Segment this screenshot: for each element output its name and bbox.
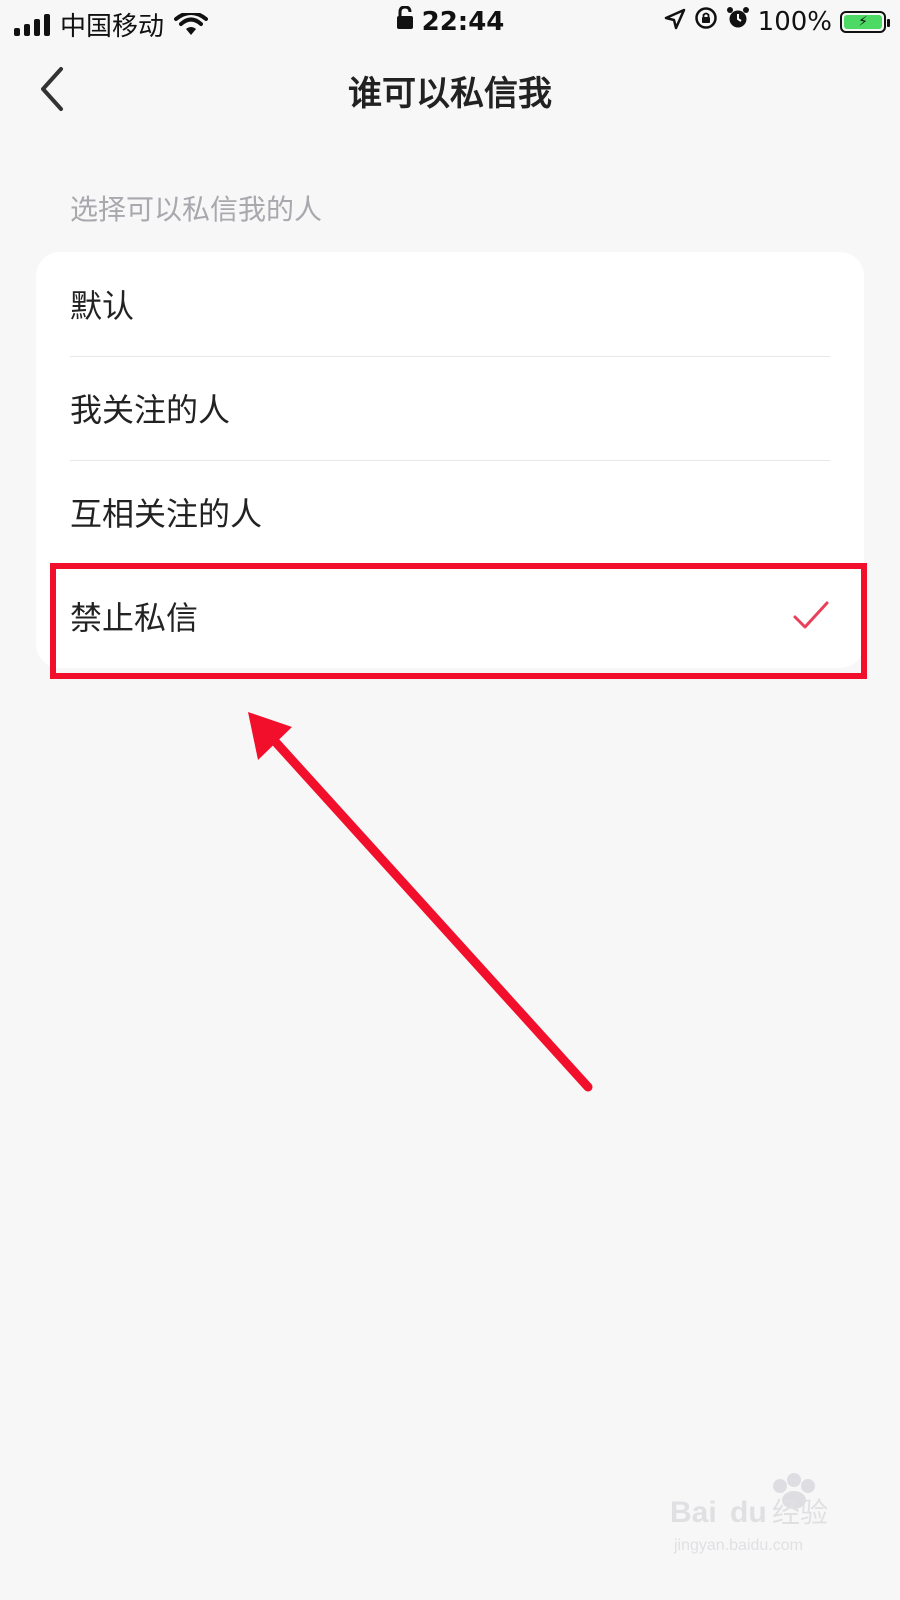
annotation-highlight-box bbox=[50, 563, 867, 679]
page-title: 谁可以私信我 bbox=[348, 74, 552, 114]
option-default[interactable]: 默认 bbox=[36, 252, 864, 356]
status-bar: 中国移动 22:44 100% ⚡ bbox=[0, 0, 900, 44]
rotation-lock-icon bbox=[694, 6, 718, 37]
nav-bar: 谁可以私信我 bbox=[0, 44, 900, 134]
section-label: 选择可以私信我的人 bbox=[70, 193, 323, 226]
option-mutual-follow[interactable]: 互相关注的人 bbox=[36, 460, 864, 564]
svg-text:du: du bbox=[730, 1496, 767, 1529]
option-following[interactable]: 我关注的人 bbox=[36, 356, 864, 460]
svg-text:Bai: Bai bbox=[670, 1496, 717, 1529]
battery-charging-icon: ⚡ bbox=[840, 10, 890, 33]
clock-time: 22:44 bbox=[421, 6, 505, 37]
alarm-icon bbox=[726, 6, 750, 37]
lock-icon bbox=[396, 5, 414, 37]
option-label: 我关注的人 bbox=[70, 391, 231, 429]
watermark-logo: Bai du 经验 jingyan.baidu.com bbox=[670, 1473, 828, 1554]
option-label: 默认 bbox=[70, 287, 135, 325]
svg-text:jingyan.baidu.com: jingyan.baidu.com bbox=[673, 1537, 803, 1554]
status-right: 100% ⚡ bbox=[664, 6, 890, 37]
battery-percent: 100% bbox=[757, 6, 832, 37]
option-label: 互相关注的人 bbox=[70, 495, 263, 533]
svg-text:经验: 经验 bbox=[772, 1496, 828, 1529]
location-icon bbox=[664, 7, 686, 37]
annotation-arrow bbox=[248, 712, 593, 1092]
